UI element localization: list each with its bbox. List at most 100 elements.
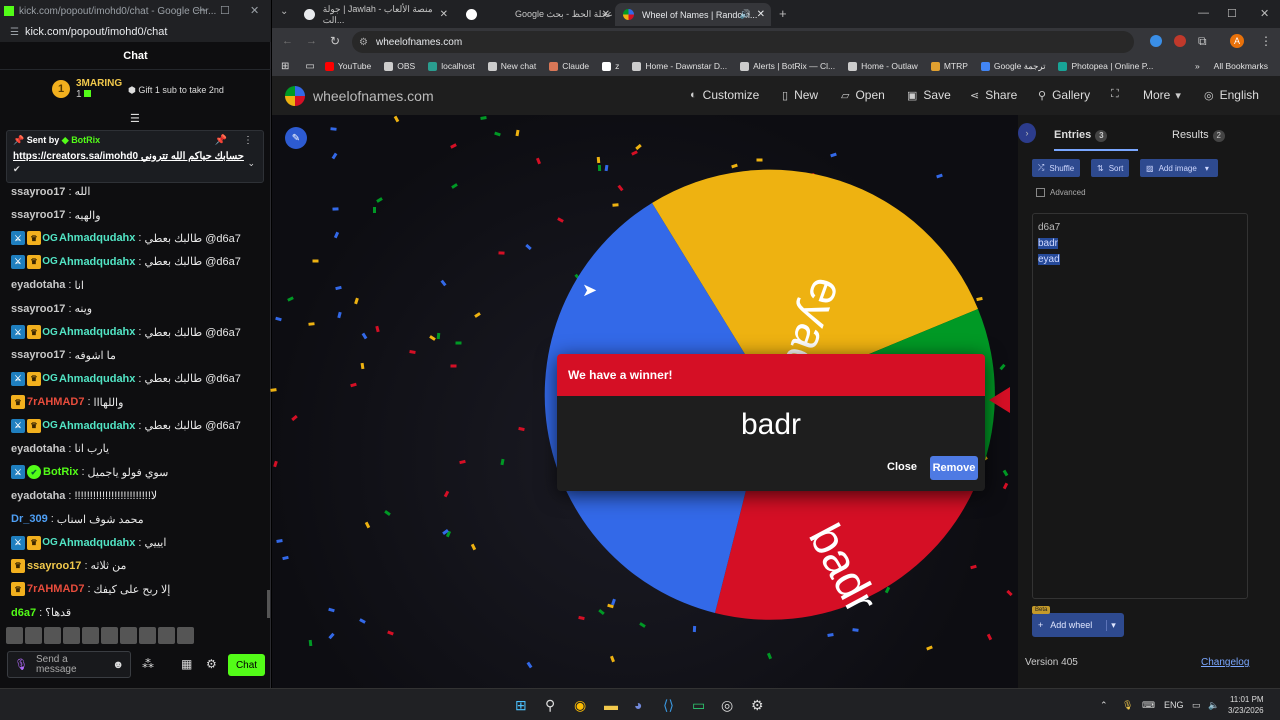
discord-icon[interactable]: ◕ (634, 697, 642, 713)
tab-google-search[interactable]: Google عجلة الحظ - بحث ✕ (458, 3, 616, 26)
tab-wheel-of-names[interactable]: Wheel of Names | Random... 🔊 ✕ (615, 3, 771, 26)
profile-avatar[interactable]: A (1230, 34, 1244, 48)
site-info-icon[interactable]: ⚙ (359, 37, 368, 48)
all-bookmarks[interactable]: All Bookmarks (1214, 61, 1268, 71)
tab-entries[interactable]: Entries 3 (1054, 129, 1138, 151)
send-chat-button[interactable]: Chat (228, 654, 265, 676)
shuffle-button[interactable]: ⤮ Shuffle (1032, 159, 1081, 177)
add-image-button[interactable]: ▨ Add image ▾ (1140, 159, 1218, 177)
fullscreen-icon[interactable]: ⛶ (1111, 88, 1125, 101)
bookmark-item[interactable]: OBS (384, 61, 415, 71)
minimize-icon[interactable]: — (1198, 7, 1209, 19)
network-icon[interactable]: ▭ (1192, 700, 1201, 711)
obs-icon[interactable]: ◎ (721, 697, 733, 714)
keyboard-icon[interactable]: ⌨ (1142, 700, 1155, 711)
settings-icon[interactable]: ⚙ (751, 697, 764, 714)
chevron-down-icon[interactable]: ⌄ (247, 158, 255, 169)
chat-username[interactable]: Ahmadqudahx (59, 373, 135, 385)
wheel-area[interactable]: ✎ eyad badr ➤ We have a winner! badr Clo… (270, 115, 1022, 688)
bookmark-item[interactable]: Claude (549, 61, 589, 71)
bookmarks-overflow-icon[interactable]: » (1195, 61, 1200, 71)
chat-username[interactable]: ssayroo17 (11, 303, 65, 315)
sort-button[interactable]: ⇅ Sort (1091, 159, 1130, 177)
tray-chevron-up-icon[interactable]: ⌃ (1100, 700, 1108, 711)
nav-save[interactable]: ▣ Save (907, 88, 951, 102)
address-bar[interactable]: ⚙ wheelofnames.com (352, 31, 1134, 53)
bookmark-item[interactable]: localhost (428, 61, 475, 71)
chat-username[interactable]: Dr_309 (11, 513, 48, 525)
new-tab-icon[interactable]: + (779, 6, 787, 21)
chat-username[interactable]: 7rAHMAD7 (27, 396, 84, 408)
tab-search-icon[interactable]: ⌄ (280, 6, 288, 17)
chat-username[interactable]: 7rAHMAD7 (27, 583, 84, 595)
chat-username[interactable]: Ahmadqudahx (59, 326, 135, 338)
maximize-icon[interactable]: ☐ (220, 4, 230, 17)
chat-username[interactable]: Ahmadqudahx (59, 420, 135, 432)
changelog-link[interactable]: Changelog (1201, 657, 1249, 668)
gift-shop-icon[interactable]: ▦ (181, 657, 192, 671)
bookmark-item[interactable]: Home - Outlaw (848, 61, 918, 71)
bookmark-item[interactable]: YouTube (324, 61, 371, 71)
caret-down-icon[interactable]: ▾ (1106, 619, 1116, 631)
bookmark-item[interactable]: Photopea | Online P... (1058, 61, 1153, 71)
chat-username[interactable]: ssayroo17 (11, 209, 65, 221)
entries-textarea[interactable]: d6a7 badr eyad (1032, 213, 1248, 599)
chat-username[interactable]: Ahmadqudahx (59, 256, 135, 268)
minimize-icon[interactable]: — (195, 4, 206, 16)
chat-username[interactable]: BotRix (43, 466, 78, 478)
chat-username[interactable]: eyadotaha (11, 279, 65, 291)
bookmark-item[interactable]: MTRP (930, 61, 968, 71)
close-button[interactable]: Close (887, 461, 917, 473)
chevron-right-icon[interactable]: › (1018, 123, 1036, 143)
pinned-link[interactable]: https://creators.sa/imohd0 حسابك حياكم ا… (13, 151, 257, 162)
maximize-icon[interactable]: ☐ (1227, 7, 1237, 20)
top-gifter[interactable]: 1 3MARING 1 (52, 78, 122, 100)
chrome-icon[interactable]: ◉ (574, 697, 586, 714)
forward-icon[interactable]: → (306, 35, 317, 47)
scrollbar[interactable] (267, 590, 270, 618)
chat-username[interactable]: eyadotaha (11, 490, 65, 502)
emoji-icon[interactable]: ☻ (112, 659, 124, 671)
nav-language[interactable]: ◎ English (1204, 88, 1259, 102)
advanced-checkbox[interactable]: Advanced (1036, 188, 1086, 197)
pin-icon[interactable]: 📌 (215, 135, 227, 146)
tab-jawlah[interactable]: جولة | Jawlah - منصة الألعاب الت... ✕ (296, 3, 454, 26)
chat-username[interactable]: d6a7 (11, 607, 36, 619)
viewer-avatars[interactable] (6, 627, 196, 644)
tab-close-icon[interactable]: ✕ (440, 9, 448, 20)
wheel-logo-icon[interactable] (285, 86, 305, 106)
chat-username[interactable]: ssayroo17 (11, 186, 65, 198)
more-options-icon[interactable]: ⋮ (243, 135, 253, 146)
nav-open[interactable]: ▱ Open (841, 88, 885, 102)
bookmark-item[interactable]: z (602, 61, 619, 71)
chat-username[interactable]: ssayroo17 (27, 560, 81, 572)
windows-start-icon[interactable]: ⊞ (515, 697, 527, 714)
reload-icon[interactable]: ↻ (330, 34, 340, 48)
bookmark-item[interactable]: Alerts | BotRix — Cl... (740, 61, 835, 71)
bookmark-item[interactable]: New chat (487, 61, 536, 71)
nav-customize[interactable]: ◐ Customize (690, 88, 759, 102)
settings-gear-icon[interactable]: ⚙ (206, 657, 217, 671)
app-icon[interactable]: ▭ (692, 697, 705, 714)
file-explorer-icon[interactable]: ▬ (604, 697, 618, 713)
system-clock[interactable]: 11:01 PM 3/23/2026 (1228, 694, 1264, 716)
extensions-puzzle-icon[interactable]: ⧉ (1198, 34, 1207, 49)
nav-gallery[interactable]: ⚲ Gallery (1038, 88, 1090, 102)
kick-url-bar[interactable]: ☰ kick.com/popout/imohd0/chat (0, 22, 271, 42)
close-icon[interactable]: ✕ (1260, 7, 1269, 20)
nav-share[interactable]: ⋖ Share (970, 88, 1017, 102)
site-title[interactable]: wheelofnames.com (313, 88, 434, 104)
apps-grid-icon[interactable]: ⊞ (281, 61, 289, 72)
language-indicator[interactable]: ENG (1164, 700, 1184, 710)
close-icon[interactable]: ✕ (250, 4, 259, 17)
collapse-icon[interactable]: ☰ (130, 112, 140, 125)
nav-new[interactable]: ▯ New (782, 88, 818, 102)
extension-icon[interactable] (1174, 35, 1186, 47)
volume-icon[interactable]: 🔈 (1208, 700, 1219, 711)
tab-results[interactable]: Results 2 (1172, 129, 1225, 142)
chat-username[interactable]: eyadotaha (11, 443, 65, 455)
microphone-icon[interactable]: 🎙 (14, 658, 28, 671)
channel-points-icon[interactable]: ⁂ (142, 657, 154, 671)
search-icon[interactable]: ⚲ (545, 697, 555, 714)
site-settings-icon[interactable]: ☰ (10, 27, 19, 38)
